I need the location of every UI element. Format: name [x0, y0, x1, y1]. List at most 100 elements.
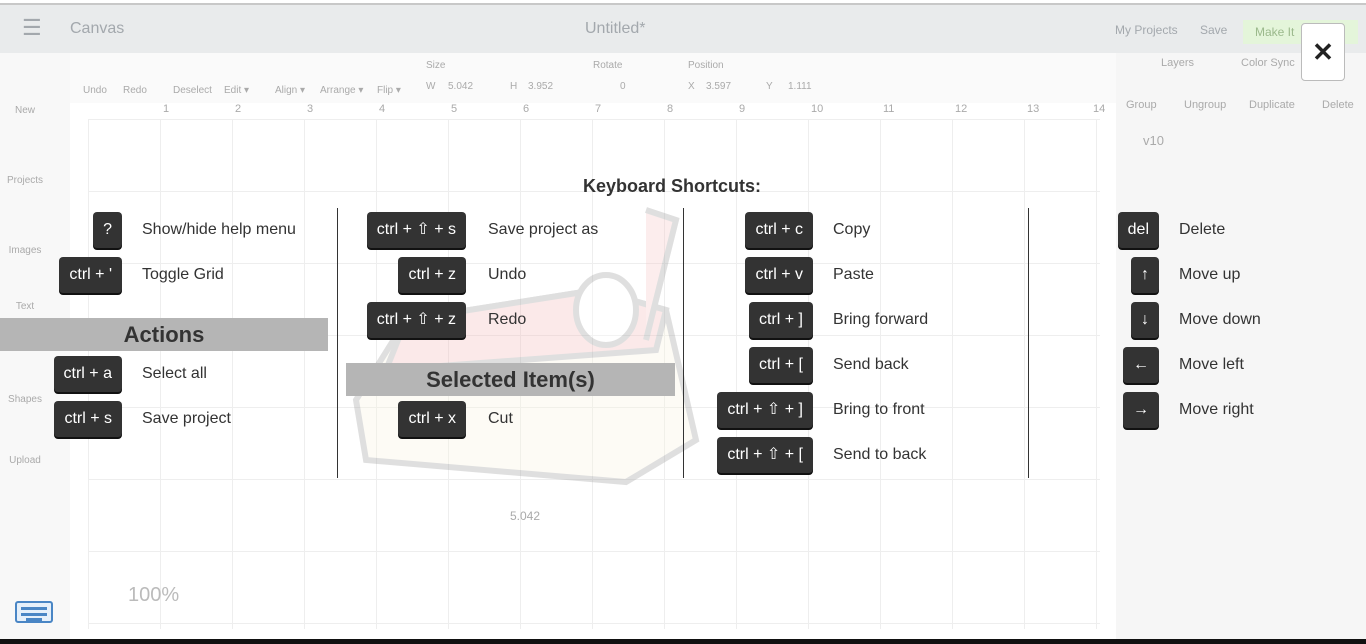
shortcut-key: ctrl + s: [54, 401, 122, 437]
x-input[interactable]: 3.597: [706, 81, 731, 92]
group-button[interactable]: Group: [1126, 99, 1157, 111]
shortcut-label: Save project: [142, 410, 231, 427]
duplicate-button[interactable]: Duplicate: [1249, 99, 1295, 111]
shortcut-label: Bring to front: [833, 401, 925, 418]
shortcut-label: Delete: [1179, 221, 1226, 238]
ruler-tick: 11: [883, 103, 895, 115]
shortcut-label: Move up: [1179, 266, 1241, 283]
ruler-tick: 8: [667, 103, 674, 115]
ruler-tick: 1: [163, 103, 170, 115]
ruler-tick: 4: [379, 103, 386, 115]
shortcut-key: ctrl + ⇧ + s: [366, 212, 466, 248]
shortcut-key: ctrl + v: [745, 257, 813, 293]
y-input[interactable]: 1.111: [788, 81, 812, 92]
height-input[interactable]: 3.952: [528, 81, 553, 92]
keyboard-icon[interactable]: [15, 601, 53, 623]
shortcut-key: →: [1123, 392, 1159, 428]
shortcut-key: ↓: [1131, 302, 1159, 338]
my-projects-link[interactable]: My Projects: [1115, 23, 1178, 37]
ruler: 1 2 3 4 5 6 7 8 9 10 11 12 13 14: [88, 103, 1105, 119]
selected-items-header: Selected Item(s): [346, 363, 675, 396]
width-readout: 5.042: [510, 509, 541, 523]
shortcut-label: Move down: [1179, 311, 1261, 328]
ruler-tick: 2: [235, 103, 242, 115]
deselect-button[interactable]: Deselect: [173, 85, 212, 96]
shortcut-label: Show/hide help menu: [142, 221, 296, 238]
shortcut-label: Bring forward: [833, 311, 929, 328]
hamburger-icon[interactable]: ☰: [22, 15, 42, 41]
redo-button[interactable]: Redo: [123, 85, 147, 96]
sidebar-shapes[interactable]: Shapes: [0, 394, 50, 405]
sidebar-new[interactable]: New: [0, 105, 50, 116]
shortcut-key: del: [1117, 212, 1159, 248]
shortcut-label: Copy: [833, 221, 871, 238]
shortcut-label: Paste: [833, 266, 874, 283]
shortcut-key: ←: [1123, 347, 1159, 383]
rotate-input[interactable]: 0: [620, 81, 626, 92]
shortcut-key: ctrl + x: [398, 401, 466, 437]
shortcut-key: ctrl + ': [59, 257, 122, 293]
ruler-tick: 5: [451, 103, 458, 115]
app-name: Canvas: [70, 20, 125, 37]
shortcut-label: Undo: [488, 266, 527, 283]
close-button[interactable]: ✕: [1301, 23, 1345, 81]
column-divider: [683, 208, 684, 478]
ruler-tick: 6: [523, 103, 530, 115]
tab-color-sync[interactable]: Color Sync: [1241, 57, 1295, 69]
sidebar-upload[interactable]: Upload: [0, 455, 50, 466]
ruler-tick: 7: [595, 103, 602, 115]
layer-name[interactable]: v10: [1143, 133, 1164, 148]
y-label: Y: [766, 81, 773, 92]
ruler-tick: 9: [739, 103, 746, 115]
shortcut-label: Cut: [488, 410, 513, 427]
w-label: W: [426, 81, 436, 92]
shortcut-label: Move right: [1179, 401, 1254, 418]
ruler-tick: 10: [811, 103, 824, 115]
shortcut-key: ctrl + ⇧ + [: [717, 437, 813, 473]
shortcut-key: ctrl + z: [398, 257, 466, 293]
shortcut-key: ctrl + c: [745, 212, 813, 248]
ungroup-button[interactable]: Ungroup: [1184, 99, 1226, 111]
shortcut-label: Move left: [1179, 356, 1244, 373]
top-bar: ☰ Canvas Untitled* My Projects Save Make…: [0, 3, 1366, 53]
flip-button[interactable]: Flip ▾: [377, 85, 401, 96]
column-divider: [1028, 208, 1029, 478]
ruler-tick: 3: [307, 103, 314, 115]
width-input[interactable]: 5.042: [448, 81, 473, 92]
shortcut-label: Redo: [488, 311, 527, 328]
shortcut-key: ctrl + ]: [748, 302, 813, 338]
sidebar-images[interactable]: Images: [0, 245, 50, 256]
arrange-button[interactable]: Arrange ▾: [320, 85, 363, 96]
edit-button[interactable]: Edit ▾: [224, 85, 249, 96]
shortcut-label: Send back: [833, 356, 909, 373]
actions-header: Actions: [0, 318, 328, 351]
shortcut-key: ↑: [1131, 257, 1159, 293]
column-divider: [337, 208, 338, 478]
sidebar-projects[interactable]: Projects: [0, 175, 50, 186]
size-label: Size: [426, 60, 446, 71]
zoom-level[interactable]: 100%: [128, 584, 179, 607]
rotate-label: Rotate: [593, 60, 623, 71]
shortcut-label: Save project as: [488, 221, 599, 238]
ruler-tick: 13: [1027, 103, 1040, 115]
shortcut-label: Send to back: [833, 446, 927, 463]
taskbar-strip: [0, 639, 1366, 644]
sidebar-text[interactable]: Text: [0, 301, 50, 312]
toolbar: Undo Redo Deselect Edit ▾ Align ▾ Arrang…: [70, 53, 1116, 103]
ruler-tick: 12: [955, 103, 968, 115]
shortcut-label: Select all: [142, 365, 207, 382]
align-button[interactable]: Align ▾: [275, 85, 305, 96]
document-title[interactable]: Untitled*: [585, 20, 645, 38]
x-label: X: [688, 81, 695, 92]
shortcut-key: ?: [93, 212, 122, 248]
tab-layers[interactable]: Layers: [1161, 57, 1194, 69]
undo-button[interactable]: Undo: [83, 85, 107, 96]
shortcut-key: ctrl + a: [53, 356, 122, 392]
ruler-tick: 14: [1093, 103, 1106, 115]
shortcut-key: ctrl + ⇧ + z: [366, 302, 466, 338]
shortcuts-title: Keyboard Shortcuts:: [583, 176, 762, 196]
delete-button[interactable]: Delete: [1322, 99, 1354, 111]
position-label: Position: [688, 60, 724, 71]
save-link[interactable]: Save: [1200, 23, 1227, 37]
shortcut-key: ctrl + ⇧ + ]: [717, 392, 813, 428]
